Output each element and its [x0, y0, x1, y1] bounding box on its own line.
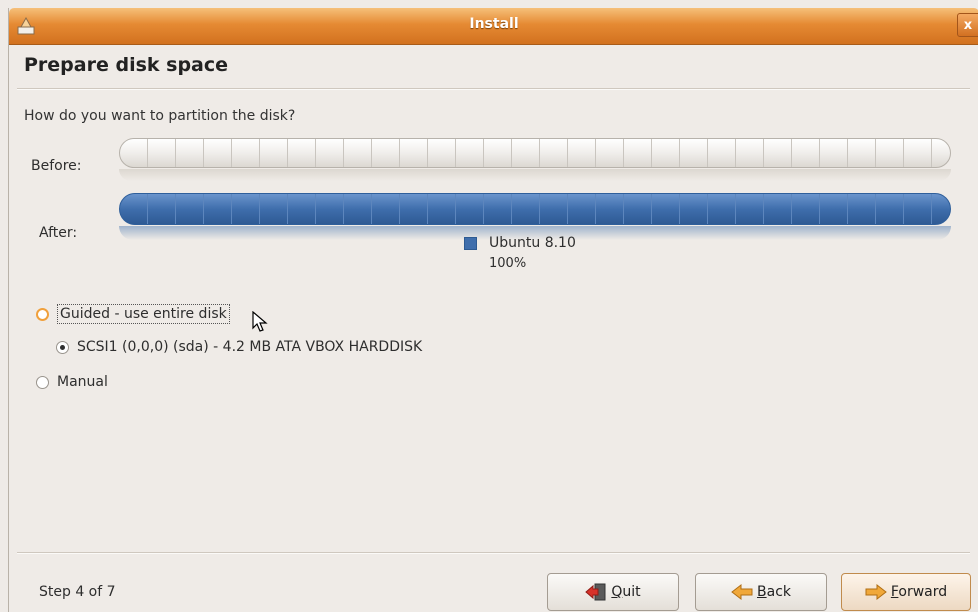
back-label: Back [757, 584, 791, 600]
legend-swatch [464, 237, 477, 250]
installer-window: Install x Prepare disk space How do you … [8, 8, 978, 612]
partition-question: How do you want to partition the disk? [24, 108, 296, 124]
header-divider [17, 88, 970, 90]
disk-label[interactable]: SCSI1 (0,0,0) (sda) - 4.2 MB ATA VBOX HA… [77, 339, 422, 355]
guided-radio[interactable] [36, 307, 49, 321]
before-bar-reflection [119, 169, 951, 181]
legend-partition-percent: 100% [489, 256, 527, 271]
footer-divider [17, 552, 970, 554]
back-button[interactable]: Back [695, 573, 827, 611]
disk-option[interactable]: SCSI1 (0,0,0) (sda) - 4.2 MB ATA VBOX HA… [56, 339, 422, 355]
back-arrow-icon [731, 583, 753, 601]
step-indicator: Step 4 of 7 [39, 584, 116, 600]
forward-button[interactable]: Forward [841, 573, 971, 611]
before-partition-bar [119, 138, 951, 168]
quit-icon [585, 583, 606, 601]
mouse-cursor-icon [252, 311, 268, 332]
disk-radio[interactable] [56, 340, 69, 354]
quit-button[interactable]: Quit [547, 573, 679, 611]
title-bar[interactable]: Install x [9, 8, 978, 45]
after-label: After: [39, 225, 78, 241]
guided-option[interactable]: Guided - use entire disk [36, 304, 230, 324]
close-icon: x [963, 18, 973, 33]
guided-label[interactable]: Guided - use entire disk [57, 304, 230, 324]
legend-partition-name: Ubuntu 8.10 [489, 235, 576, 251]
before-label: Before: [31, 158, 82, 174]
forward-label: Forward [890, 584, 948, 600]
manual-radio[interactable] [36, 375, 49, 389]
page-title: Prepare disk space [24, 54, 229, 76]
after-partition-bar [119, 193, 951, 225]
forward-arrow-icon [865, 583, 887, 601]
quit-label: Quit [611, 584, 641, 600]
window-title: Install [469, 16, 519, 32]
manual-option[interactable]: Manual [36, 374, 108, 390]
close-window-button[interactable]: x [957, 13, 978, 37]
manual-label[interactable]: Manual [57, 374, 108, 390]
